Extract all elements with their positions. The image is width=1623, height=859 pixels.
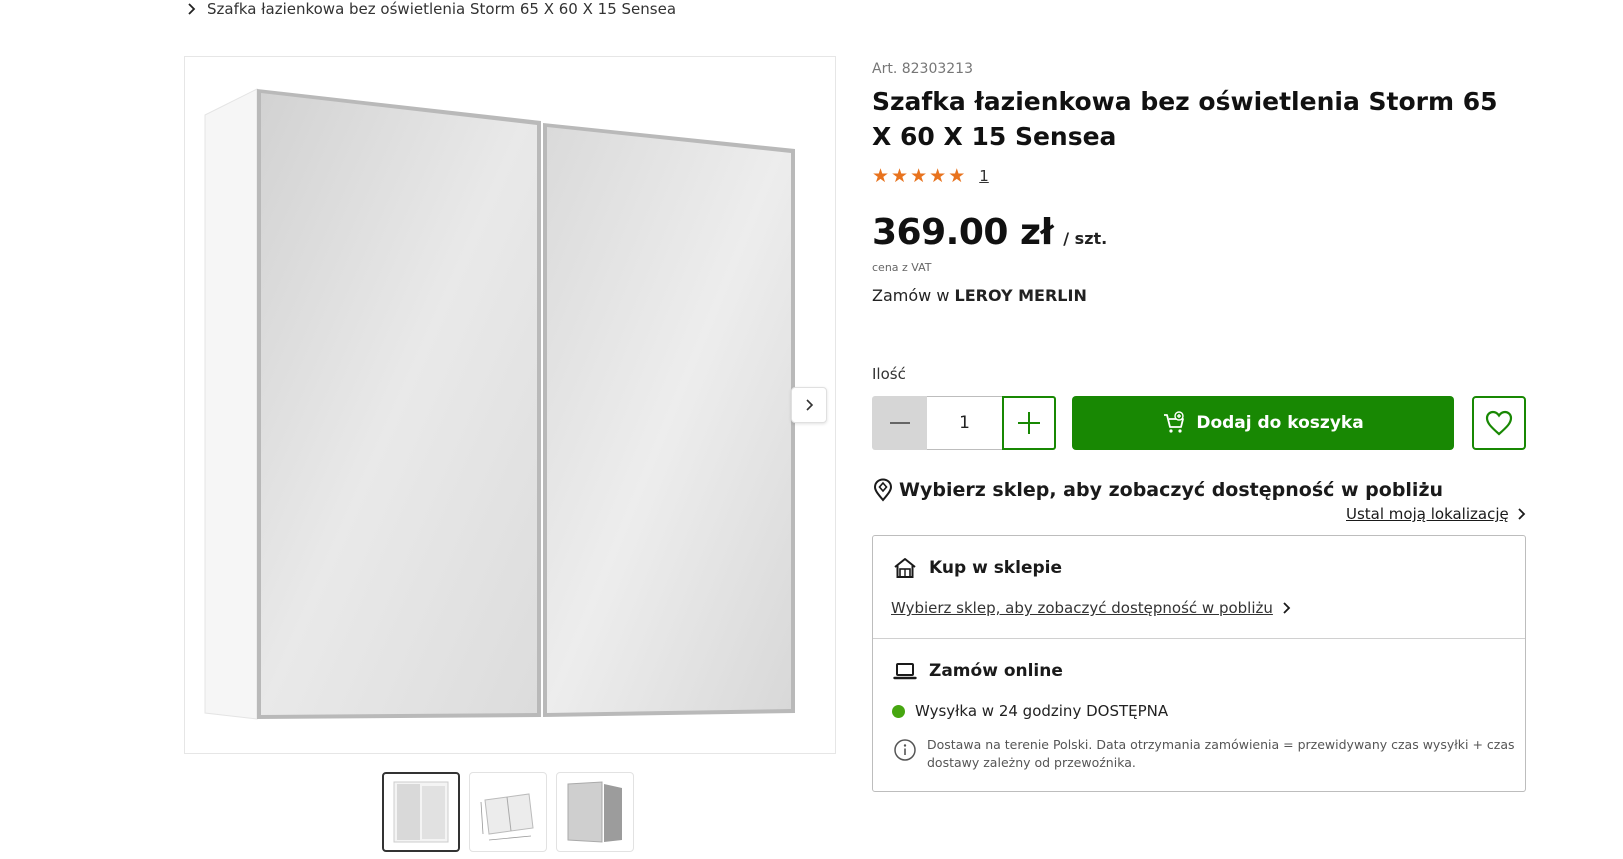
delivery-note: Dostawa na terenie Polski. Data otrzyman… (893, 736, 1517, 772)
store-brand: LEROY MERLIN (954, 286, 1087, 305)
add-to-cart-button[interactable]: Dodaj do koszyka (1072, 396, 1454, 450)
star-icon: ★ (929, 165, 947, 187)
star-icon: ★ (872, 165, 890, 187)
select-store-label: Wybierz sklep, aby zobaczyć dostępność w… (891, 599, 1273, 617)
info-icon (894, 739, 916, 761)
star-icon: ★ (910, 165, 928, 187)
price-amount: 369.00 zł (872, 212, 1054, 253)
buy-in-store-section: Kup w sklepie Wybierz sklep, aby zobaczy… (873, 536, 1525, 639)
available-dot-icon (892, 704, 905, 718)
quantity-label: Ilość (872, 365, 906, 383)
thumbnail-2[interactable] (469, 772, 547, 852)
product-image (204, 88, 795, 720)
thumbnail-image (567, 781, 622, 843)
chevron-right-icon (1518, 508, 1526, 520)
review-count-link[interactable]: 1 (979, 167, 989, 185)
thumbnail-3[interactable] (556, 772, 634, 852)
shipping-status-text: Wysyłka w 24 godziny DOSTĘPNA (915, 702, 1169, 720)
gallery-thumbnails (382, 772, 634, 852)
quantity-decrease-button[interactable] (872, 396, 927, 450)
store-availability-prompt: Wybierz sklep, aby zobaczyć dostępność w… (872, 478, 1443, 502)
laptop-icon (893, 663, 917, 680)
plus-icon (1018, 412, 1040, 434)
order-online-heading: Zamów online (893, 659, 1063, 683)
breadcrumb: Szafka łazienkowa bez oświetlenia Storm … (185, 0, 676, 18)
vat-note: cena z VAT (872, 261, 932, 274)
order-online-title: Zamów online (929, 661, 1063, 681)
locate-me-label: Ustal moją lokalizację (1346, 505, 1509, 523)
thumbnail-image (393, 781, 449, 843)
product-price: 369.00 zł / szt. (872, 212, 1107, 253)
quantity-increase-button[interactable] (1002, 396, 1056, 450)
product-gallery (184, 56, 836, 754)
locate-me-link[interactable]: Ustal moją lokalizację (1346, 505, 1526, 523)
store-icon (894, 558, 916, 578)
buy-in-store-heading: Kup w sklepie (893, 556, 1062, 580)
quantity-stepper: 1 (872, 396, 1056, 450)
chevron-right-icon (188, 3, 196, 15)
add-to-cart-label: Dodaj do koszyka (1196, 413, 1364, 433)
chevron-right-icon (806, 399, 814, 411)
select-store-link[interactable]: Wybierz sklep, aby zobaczyć dostępność w… (891, 599, 1291, 617)
quantity-input[interactable]: 1 (927, 396, 1002, 450)
location-pin-icon (873, 478, 893, 502)
cart-icon (1164, 411, 1185, 433)
shipping-status: Wysyłka w 24 godziny DOSTĘPNA (892, 702, 1168, 720)
product-rating: ★ ★ ★ ★ ★ 1 (872, 166, 989, 186)
buy-in-store-title: Kup w sklepie (929, 558, 1062, 578)
star-icon: ★ (948, 165, 966, 187)
order-in-store-brand: Zamów w LEROY MERLIN (872, 286, 1087, 305)
chevron-right-icon (1283, 602, 1291, 614)
availability-panel: Kup w sklepie Wybierz sklep, aby zobaczy… (872, 535, 1526, 792)
delivery-note-text: Dostawa na terenie Polski. Data otrzyman… (927, 737, 1515, 770)
breadcrumb-current[interactable]: Szafka łazienkowa bez oświetlenia Storm … (207, 0, 676, 18)
heart-icon (1485, 410, 1513, 436)
price-unit: / szt. (1063, 229, 1108, 248)
article-number: Art. 82303213 (872, 61, 973, 77)
thumbnail-image (480, 793, 534, 841)
store-prompt-text: Wybierz sklep, aby zobaczyć dostępność w… (899, 479, 1444, 501)
minus-icon (889, 422, 910, 424)
wishlist-button[interactable] (1472, 396, 1526, 450)
product-title: Szafka łazienkowa bez oświetlenia Storm … (872, 87, 1498, 151)
thumbnail-1[interactable] (382, 772, 460, 852)
order-prefix: Zamów w (872, 286, 950, 305)
gallery-next-button[interactable] (791, 387, 827, 423)
star-icon: ★ (891, 165, 909, 187)
